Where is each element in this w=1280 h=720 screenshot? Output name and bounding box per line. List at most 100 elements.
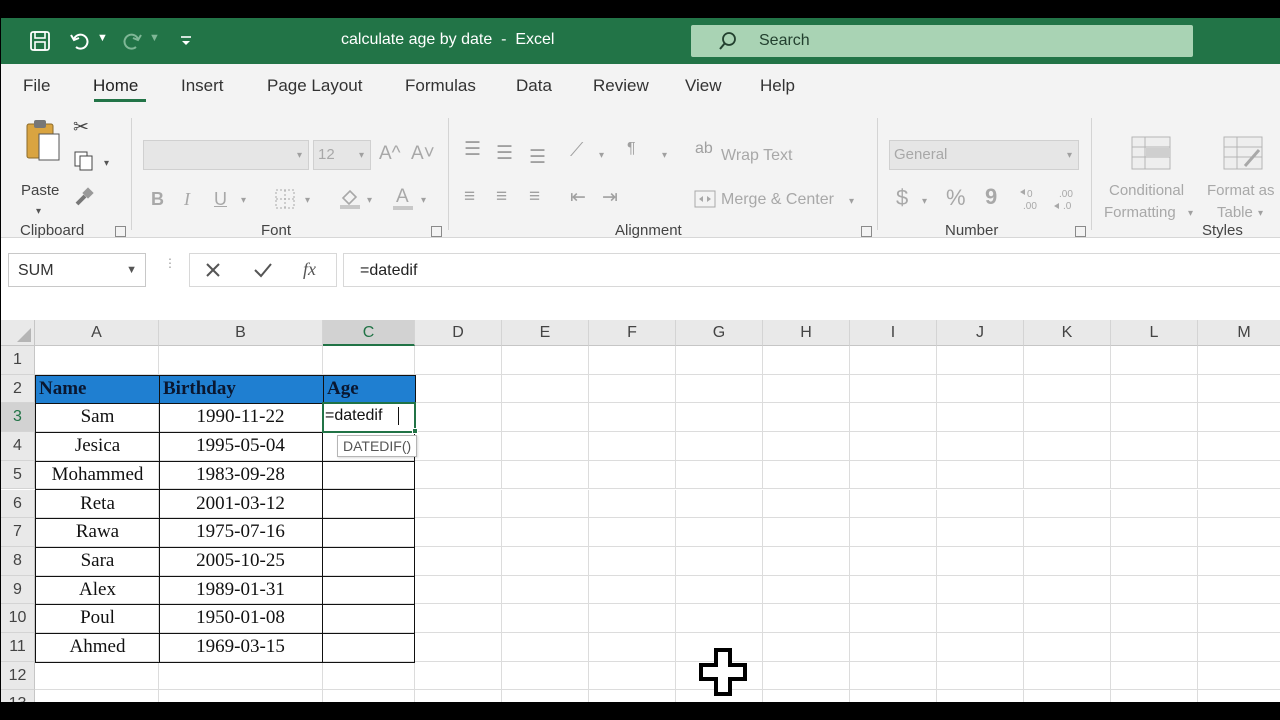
cell[interactable] (763, 661, 850, 691)
cell[interactable] (1111, 518, 1198, 547)
cell[interactable] (1024, 374, 1111, 404)
cell[interactable] (763, 546, 850, 576)
cell[interactable] (937, 460, 1024, 490)
tab-help[interactable]: Help (760, 76, 795, 96)
currency-dropdown-icon[interactable]: ▾ (922, 196, 927, 207)
cell[interactable] (502, 374, 589, 404)
cell[interactable] (502, 633, 589, 662)
cell[interactable] (676, 403, 763, 433)
cell[interactable] (850, 546, 937, 576)
font-color-icon[interactable]: A (391, 185, 415, 216)
cell[interactable] (589, 460, 676, 490)
cell[interactable] (676, 575, 763, 605)
column-header-k[interactable]: K (1024, 320, 1111, 346)
column-header-e[interactable]: E (502, 320, 589, 346)
birthday-cell[interactable]: 1990-11-22 (159, 403, 323, 434)
cell[interactable] (589, 374, 676, 404)
cell[interactable] (850, 518, 937, 547)
cell[interactable] (763, 489, 850, 519)
format-painter-icon[interactable] (73, 186, 95, 213)
cell[interactable] (1198, 547, 1280, 576)
cell[interactable] (937, 661, 1024, 691)
align-top-icon[interactable]: ☰ (464, 138, 481, 161)
cell[interactable] (676, 432, 763, 461)
format-as-table-button[interactable]: Format as (1207, 182, 1275, 199)
paste-button[interactable]: Paste (21, 182, 59, 199)
birthday-cell[interactable]: 1995-05-04 (159, 432, 323, 462)
cell[interactable] (763, 575, 850, 605)
cell[interactable] (589, 518, 676, 547)
orientation-dropdown-icon[interactable]: ▾ (599, 150, 604, 161)
row-header-3[interactable]: 3 (1, 403, 35, 433)
birthday-cell[interactable]: 1989-01-31 (159, 575, 323, 606)
align-center-icon[interactable]: ≡ (496, 186, 507, 208)
cell[interactable] (763, 432, 850, 461)
column-header-i[interactable]: I (850, 320, 937, 346)
alignment-launcher-icon[interactable] (861, 226, 872, 237)
cell[interactable] (415, 633, 502, 662)
cell[interactable] (1111, 546, 1198, 576)
cell[interactable] (415, 460, 502, 490)
cell[interactable] (1024, 690, 1111, 702)
row-header-13[interactable]: 13 (1, 690, 35, 702)
font-size-select[interactable]: 12 ▾ (313, 140, 371, 170)
cell[interactable] (589, 346, 676, 375)
cell[interactable] (323, 690, 415, 702)
cell[interactable] (763, 460, 850, 490)
cell[interactable] (589, 489, 676, 519)
cell[interactable] (1111, 633, 1198, 662)
tab-file[interactable]: File (23, 76, 50, 96)
cell[interactable] (850, 374, 937, 404)
cell[interactable] (937, 575, 1024, 605)
cell[interactable] (502, 432, 589, 461)
name-cell[interactable]: Alex (35, 575, 160, 606)
cell[interactable] (937, 690, 1024, 702)
column-header-j[interactable]: J (937, 320, 1024, 346)
cell[interactable] (937, 374, 1024, 404)
save-icon[interactable] (27, 28, 53, 54)
cell[interactable] (1024, 403, 1111, 433)
cell[interactable] (850, 575, 937, 605)
cell[interactable] (1111, 690, 1198, 702)
cell[interactable] (850, 432, 937, 461)
merge-center-icon[interactable] (694, 190, 716, 213)
row-header-9[interactable]: 9 (1, 575, 35, 605)
cell[interactable] (415, 546, 502, 576)
cell[interactable] (1111, 604, 1198, 633)
column-header-l[interactable]: L (1111, 320, 1198, 346)
cell[interactable] (1024, 604, 1111, 633)
cell[interactable] (159, 690, 323, 702)
currency-button[interactable]: $ (896, 185, 908, 211)
birthday-cell[interactable]: 1975-07-16 (159, 518, 323, 548)
cell[interactable] (35, 661, 159, 691)
cell[interactable] (415, 432, 502, 461)
cell[interactable] (850, 489, 937, 519)
cell[interactable] (502, 661, 589, 691)
copy-icon[interactable] (73, 150, 95, 177)
cell[interactable] (676, 518, 763, 547)
cut-icon[interactable]: ✂ (73, 116, 89, 139)
row-header-11[interactable]: 11 (1, 633, 35, 662)
cell[interactable] (1111, 460, 1198, 490)
increase-indent-icon[interactable]: ⇥ (602, 186, 618, 209)
font-launcher-icon[interactable] (431, 226, 442, 237)
cell[interactable] (937, 633, 1024, 662)
cell[interactable] (35, 346, 159, 375)
cell[interactable] (1111, 661, 1198, 691)
cell[interactable] (415, 518, 502, 547)
formula-bar-drag-handle[interactable]: ⋮ (164, 257, 176, 280)
underline-dropdown-icon[interactable]: ▾ (241, 195, 246, 206)
cell[interactable] (1024, 546, 1111, 576)
customize-toolbar-icon[interactable] (173, 28, 199, 54)
cell[interactable] (1198, 432, 1280, 461)
tab-view[interactable]: View (685, 76, 722, 96)
cell[interactable] (589, 546, 676, 576)
birthday-cell[interactable]: 1983-09-28 (159, 460, 323, 491)
row-header-1[interactable]: 1 (1, 346, 35, 375)
cell[interactable] (763, 403, 850, 433)
column-header-f[interactable]: F (589, 320, 676, 346)
paste-icon[interactable] (23, 116, 65, 171)
wrap-text-button[interactable]: Wrap Text (721, 147, 792, 165)
cell[interactable] (589, 690, 676, 702)
cell[interactable] (589, 403, 676, 433)
